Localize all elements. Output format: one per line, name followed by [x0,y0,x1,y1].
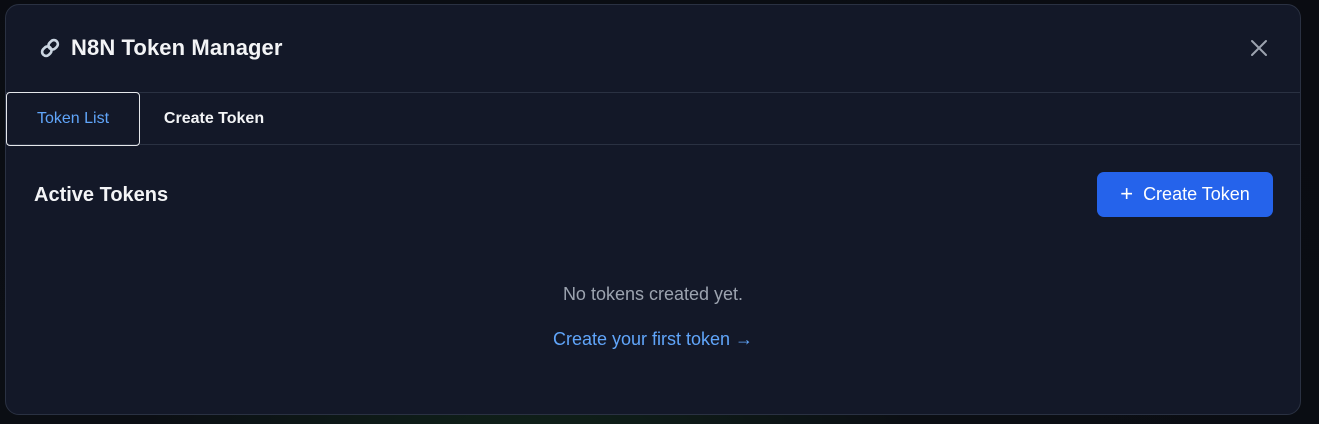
link-icon [38,36,62,60]
close-icon [1251,40,1267,56]
tab-token-list[interactable]: Token List [6,92,140,146]
tab-content: Active Tokens + Create Token No tokens c… [6,146,1300,414]
empty-state-message: No tokens created yet. [562,284,744,304]
section-title: Active Tokens [34,184,169,206]
modal-title-group: N8N Token Manager [38,35,283,61]
modal-header: N8N Token Manager [6,5,1300,93]
token-manager-modal: N8N Token Manager Token List Create Toke… [5,4,1301,415]
modal-title: N8N Token Manager [71,35,283,60]
plus-icon: + [1120,180,1134,206]
tab-bar: Token List Create Token [6,92,1300,146]
create-token-button[interactable]: + Create Token [1097,172,1273,217]
tab-create-token[interactable]: Create Token [140,92,288,146]
create-token-button-label: Create Token [1143,184,1250,204]
create-first-token-link[interactable]: Create your first token → [6,329,1300,350]
close-button[interactable] [1248,37,1270,59]
